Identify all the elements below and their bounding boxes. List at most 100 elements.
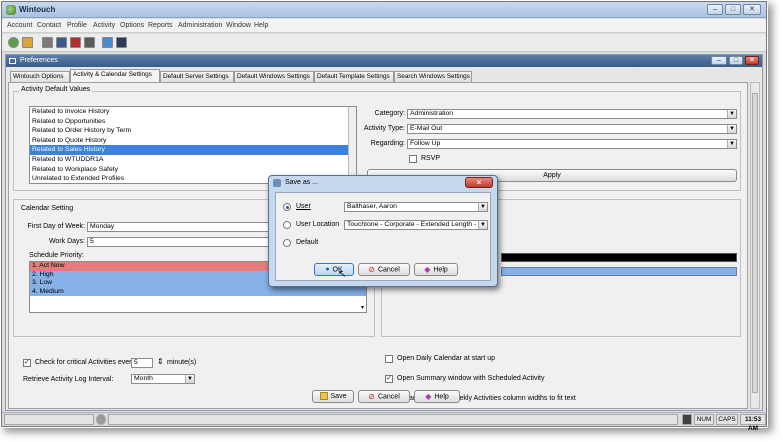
- menu-activity[interactable]: Activity: [93, 22, 115, 29]
- open-summary-window-label: Open Summary window with Scheduled Activ…: [397, 375, 545, 382]
- tasks-icon[interactable]: [84, 37, 95, 48]
- dialog-help-label: Help: [433, 266, 448, 274]
- cancel-button[interactable]: ⊘ Cancel: [358, 390, 410, 403]
- scrollbar-thumb[interactable]: [752, 93, 758, 393]
- user-combo[interactable]: Balthaser, Aaron ▼: [344, 202, 488, 212]
- title-bar: Wintouch – □ ✕: [2, 2, 766, 18]
- list-item-selected[interactable]: Related to Sales History: [30, 145, 356, 155]
- tab-default-server-settings[interactable]: Default Server Settings: [160, 71, 234, 82]
- critical-minutes-value: 5: [134, 359, 138, 366]
- ok-button[interactable]: ● OK: [314, 263, 354, 276]
- menu-account[interactable]: Account: [7, 22, 32, 29]
- color-swatch-black[interactable]: [501, 253, 737, 262]
- preferences-scrollbar[interactable]: [750, 82, 760, 409]
- list-item[interactable]: Related to Quote History: [30, 136, 356, 146]
- tab-default-template-settings[interactable]: Default Template Settings: [314, 71, 394, 82]
- regarding-value: Follow Up: [410, 140, 441, 147]
- status-bar: NUM CAPS 11:53 AM: [2, 412, 766, 432]
- tab-wintouch-options[interactable]: Wintouch Options: [10, 71, 70, 82]
- cancel-icon: ⊘: [368, 392, 375, 401]
- menu-window[interactable]: Window: [226, 22, 251, 29]
- chevron-down-icon: ▼: [185, 375, 194, 383]
- user-icon[interactable]: [22, 37, 33, 48]
- dialog-close-icon[interactable]: ×: [465, 177, 493, 188]
- list-item[interactable]: Related to Workplace Safety: [30, 165, 356, 175]
- open-daily-calendar-checkbox[interactable]: [385, 355, 393, 363]
- dialog-help-button[interactable]: ◆ Help: [414, 263, 458, 276]
- chevron-down-icon: ▼: [727, 140, 736, 148]
- combo-arrow-icon[interactable]: ▾: [361, 304, 364, 311]
- status-cell: [4, 414, 94, 425]
- user-location-combo[interactable]: Touchtone - Corporate - Extended Length …: [344, 220, 488, 230]
- app-title: Wintouch: [19, 5, 56, 14]
- menu-profile[interactable]: Profile: [67, 22, 87, 29]
- preferences-close-button[interactable]: ✕: [745, 56, 759, 65]
- first-day-value: Monday: [90, 223, 115, 230]
- cancel-label: Cancel: [377, 393, 400, 401]
- minimize-button[interactable]: –: [707, 4, 723, 15]
- category-combo[interactable]: Administration ▼: [407, 109, 737, 119]
- work-days-label: Work Days:: [48, 238, 85, 245]
- preferences-icon: [9, 58, 16, 64]
- tab-search-windows-settings[interactable]: Search Windows Settings: [394, 71, 472, 82]
- help-button[interactable]: ◆ Help: [414, 390, 460, 403]
- category-label: Category:: [374, 110, 405, 117]
- contacts-icon[interactable]: [8, 37, 19, 48]
- preferences-minimize-button[interactable]: –: [711, 56, 727, 65]
- menu-bar: Account Contact Profile Activity Options…: [2, 19, 766, 33]
- retrieve-interval-combo[interactable]: Month ▼: [131, 374, 195, 384]
- menu-options[interactable]: Options: [120, 22, 144, 29]
- user-location-radio[interactable]: [283, 221, 291, 229]
- activity-type-value: E-Mail Out: [410, 125, 443, 132]
- user-radio-label: User: [296, 203, 311, 210]
- critical-minutes-input[interactable]: 5: [131, 358, 153, 368]
- notes-icon[interactable]: [102, 37, 113, 48]
- retrieve-interval-value: Month: [134, 375, 153, 382]
- settings-icon[interactable]: [116, 37, 127, 48]
- close-button[interactable]: ✕: [743, 4, 761, 15]
- chevron-down-icon: ▼: [478, 221, 487, 229]
- user-radio[interactable]: [283, 203, 291, 211]
- grid-icon[interactable]: [42, 37, 53, 48]
- list-item[interactable]: Related to WTUDDR1A: [30, 155, 356, 165]
- regarding-combo[interactable]: Follow Up ▼: [407, 139, 737, 149]
- list-icon[interactable]: [56, 37, 67, 48]
- rsvp-label: RSVP: [421, 155, 441, 162]
- rsvp-checkbox[interactable]: [409, 155, 417, 163]
- open-summary-window-checkbox[interactable]: ✓: [385, 375, 393, 383]
- spinner-icon[interactable]: ⇕: [157, 357, 164, 366]
- status-clock: 11:53 AM: [740, 414, 766, 432]
- cancel-icon: ⊘: [368, 265, 375, 274]
- save-button[interactable]: Save: [312, 390, 354, 403]
- menu-help[interactable]: Help: [254, 22, 268, 29]
- critical-activities-checkbox[interactable]: ✓: [23, 359, 31, 367]
- status-message-area: [108, 414, 678, 425]
- preferences-title: Preferences: [20, 57, 58, 64]
- priority-item[interactable]: 4. Medium: [30, 287, 366, 296]
- work-days-combo[interactable]: 5: [87, 237, 273, 247]
- calendar-setting-label: Calendar Setting: [19, 205, 76, 212]
- calendar-icon[interactable]: [70, 37, 81, 48]
- activity-defaults-label: Activity Default Values: [19, 86, 93, 93]
- color-swatch-blue[interactable]: [501, 267, 737, 276]
- tab-default-windows-settings[interactable]: Default Windows Settings: [234, 71, 314, 82]
- preferences-restore-button[interactable]: □: [729, 56, 743, 65]
- default-radio-label: Default: [296, 239, 319, 246]
- ok-icon: ●: [325, 266, 330, 273]
- default-radio[interactable]: [283, 239, 291, 247]
- list-item[interactable]: Related to Order History by Term: [30, 126, 356, 136]
- menu-reports[interactable]: Reports: [148, 22, 173, 29]
- menu-contact[interactable]: Contact: [37, 22, 61, 29]
- list-item[interactable]: Related to Invoice History: [30, 107, 356, 117]
- tab-activity-calendar-settings[interactable]: Activity & Calendar Settings: [70, 69, 160, 82]
- first-day-combo[interactable]: Monday: [87, 222, 273, 232]
- list-item[interactable]: Related to Opportunities: [30, 117, 356, 127]
- activity-type-combo[interactable]: E-Mail Out ▼: [407, 124, 737, 134]
- menu-administration[interactable]: Administration: [178, 22, 222, 29]
- critical-activities-label: Check for critical Activities every: [35, 359, 135, 366]
- activity-defaults-list[interactable]: Related to Invoice History Related to Op…: [29, 106, 357, 184]
- maximize-button[interactable]: □: [725, 4, 741, 15]
- help-icon: ◆: [425, 392, 432, 401]
- save-as-dialog: Save as ... × User Balthaser, Aaron ▼ Us…: [268, 175, 498, 287]
- dialog-cancel-button[interactable]: ⊘ Cancel: [358, 263, 410, 276]
